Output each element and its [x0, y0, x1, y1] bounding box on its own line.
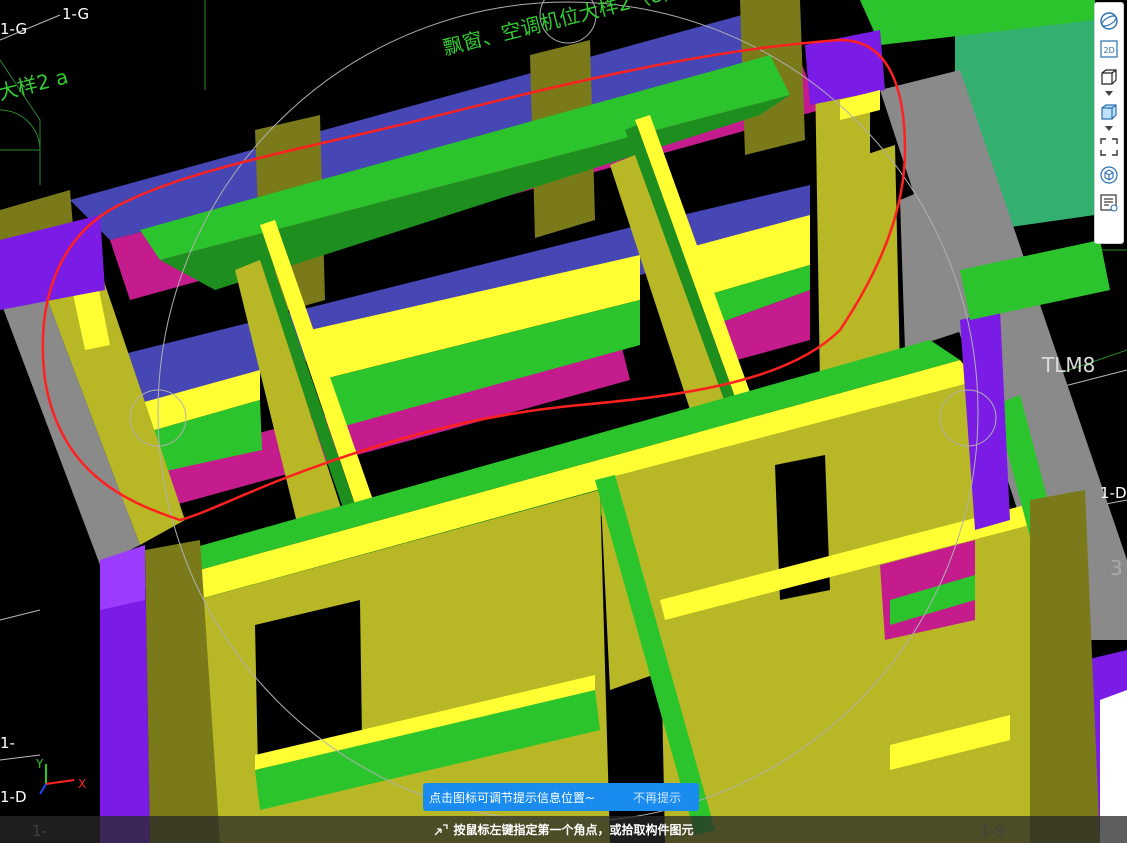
x-axis-line	[45, 779, 75, 785]
cube-circle-icon	[1100, 166, 1118, 184]
box-solid-dropdown[interactable]	[1104, 125, 1114, 133]
building-model-scene[interactable]: 1-G 1-G 1- 1-D 1- 1-D 3 1-9 TLM8 飘窗、空调机位…	[0, 0, 1127, 843]
right-tall-column-front[interactable]	[850, 145, 900, 380]
axis-gizmo: Y X	[35, 757, 86, 795]
grid-label-3-right: 3	[1110, 556, 1123, 580]
axis-x-label: X	[78, 777, 86, 791]
svg-text:2D: 2D	[1104, 46, 1115, 55]
axis-y-label: Y	[35, 757, 44, 771]
grid-label-1-left: 1-	[0, 734, 15, 752]
orbit-button[interactable]	[1097, 9, 1121, 33]
grid-label-1d-left: 1-D	[0, 788, 27, 806]
hint-dismiss-button[interactable]: 不再提示	[633, 789, 681, 806]
zoom-extents-icon	[1100, 138, 1118, 156]
right-grey-block[interactable]	[900, 175, 965, 350]
3d-viewport[interactable]: 1-G 1-G 1- 1-D 1- 1-D 3 1-9 TLM8 飘窗、空调机位…	[0, 0, 1127, 843]
grid-label-tlm8: TLM8	[1041, 353, 1095, 377]
box-solid-icon	[1101, 104, 1117, 120]
grid-label-1g-left: 1-G	[0, 20, 27, 38]
zoom-extents-button[interactable]	[1097, 135, 1121, 159]
box-wireframe-icon	[1101, 69, 1117, 85]
component-view-button[interactable]	[1097, 163, 1121, 187]
box-solid-button[interactable]	[1097, 100, 1121, 124]
orbit-icon	[1100, 12, 1118, 30]
view-toolbar: 2D	[1094, 2, 1124, 244]
hint-toast[interactable]: 点击图标可调节提示信息位置~ 不再提示	[423, 783, 699, 811]
status-bar: 按鼠标左键指定第一个角点，或拾取构件图元	[0, 816, 1127, 843]
chevron-down-icon	[1105, 91, 1113, 96]
view-2d-button[interactable]: 2D	[1097, 37, 1121, 61]
2d-view-icon: 2D	[1100, 40, 1118, 58]
box-view-button[interactable]	[1097, 65, 1121, 89]
properties-button[interactable]	[1097, 191, 1121, 215]
properties-list-icon	[1100, 194, 1118, 212]
hint-text[interactable]: 点击图标可调节提示信息位置~	[429, 789, 595, 806]
chevron-down-icon	[1105, 126, 1113, 131]
z-axis-line	[39, 783, 47, 795]
box-view-dropdown[interactable]	[1104, 90, 1114, 98]
grid-label-1d-right: 1-D	[1100, 484, 1127, 502]
status-icon	[433, 823, 449, 837]
grid-label-1g-top: 1-G	[62, 5, 89, 23]
status-message: 按鼠标左键指定第一个角点，或拾取构件图元	[453, 823, 694, 837]
corner-select-icon	[435, 823, 449, 835]
